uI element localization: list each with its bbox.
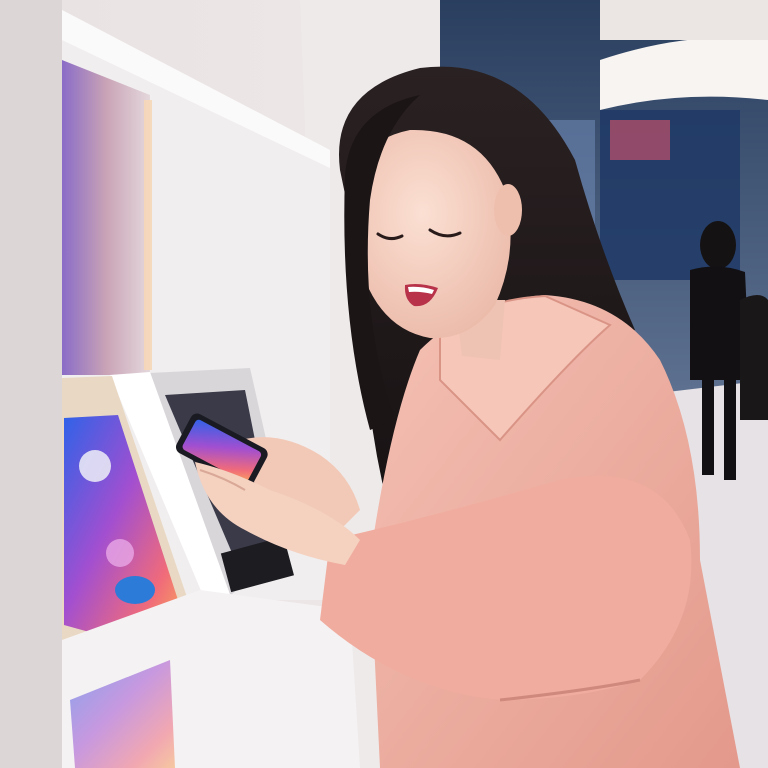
niche-glow-panel <box>62 60 150 375</box>
ear <box>494 184 522 236</box>
photo-scene <box>0 0 768 768</box>
screen-circle-icon <box>79 450 111 482</box>
store-display-panel-accent <box>610 120 670 160</box>
screen-call-icon <box>115 576 155 604</box>
scene-illustration <box>0 0 768 768</box>
niche-light-strip <box>144 100 152 370</box>
left-wall <box>0 0 62 768</box>
screen-button-icon <box>106 539 134 567</box>
ceiling <box>600 0 768 40</box>
